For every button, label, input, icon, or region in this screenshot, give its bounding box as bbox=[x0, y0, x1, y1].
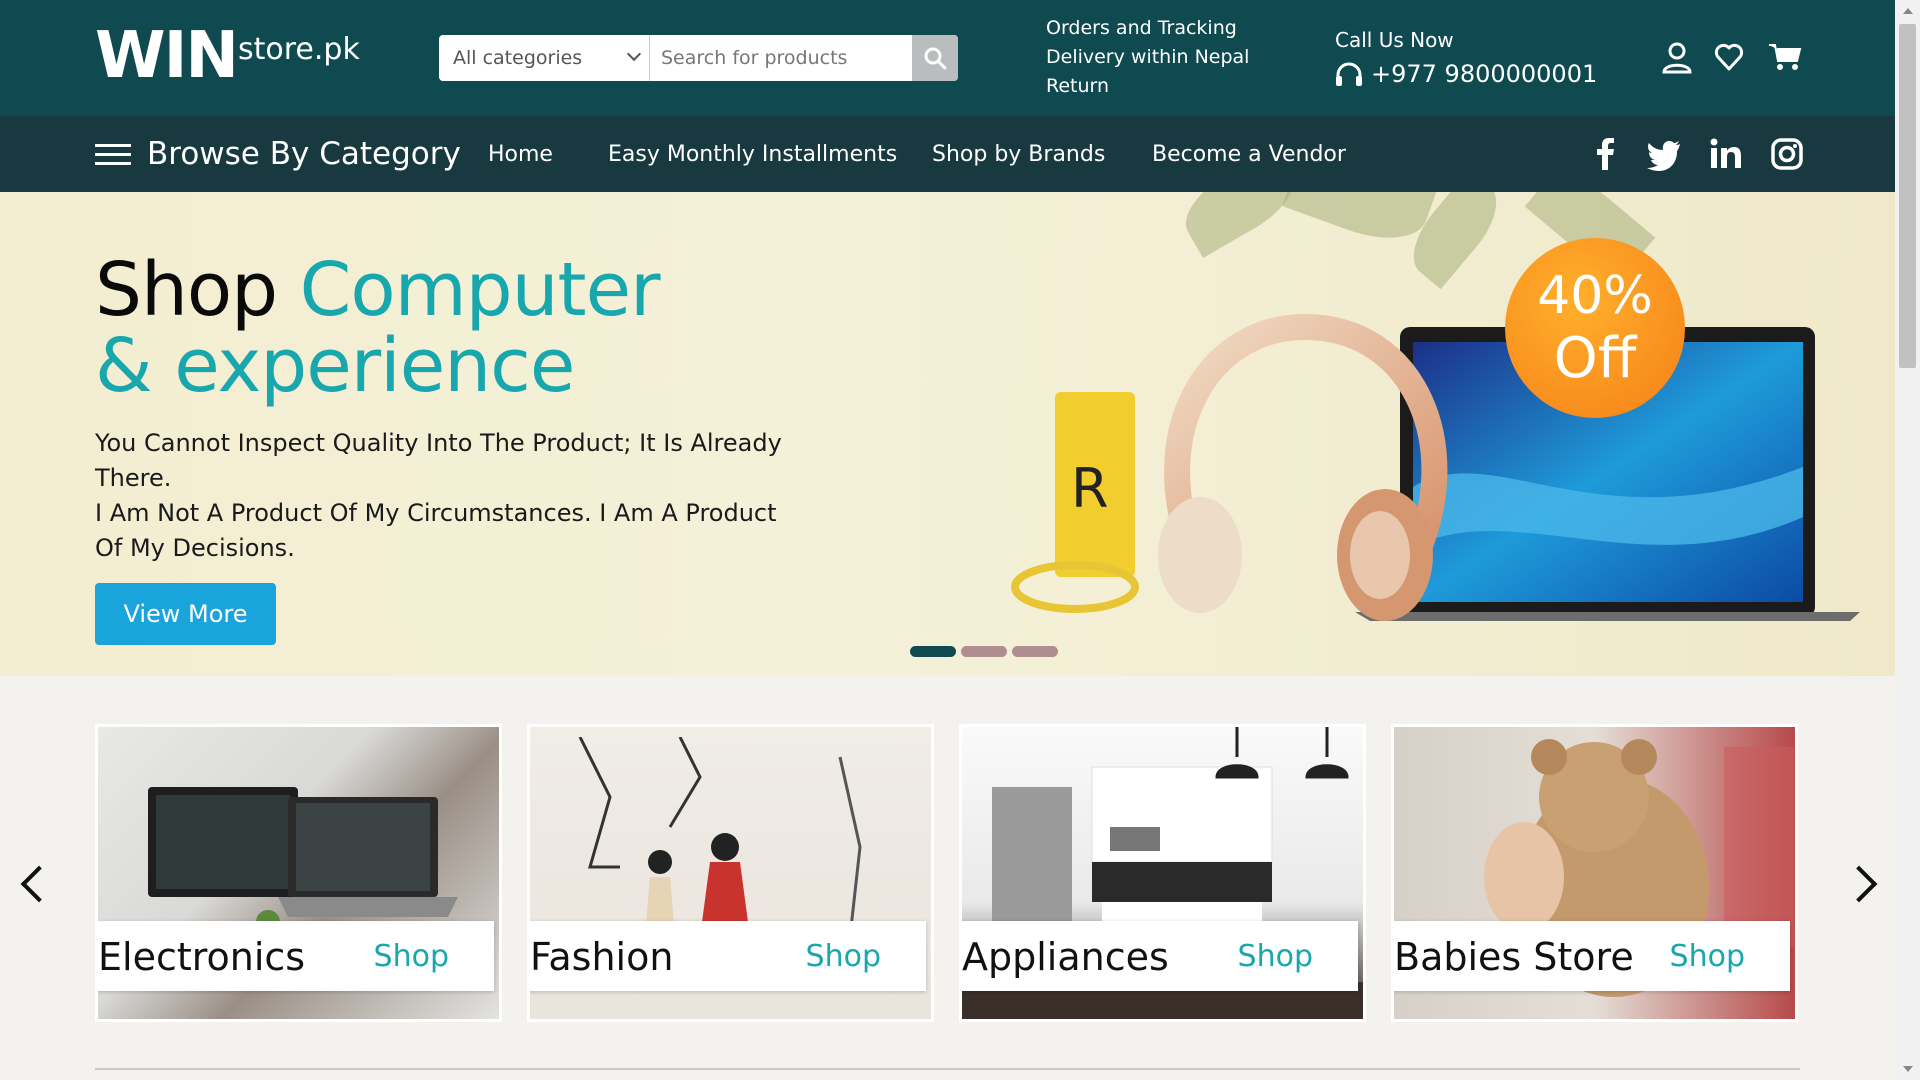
logo-mark: WIN bbox=[95, 19, 239, 93]
carousel-next-icon[interactable] bbox=[1840, 865, 1878, 903]
hero-banner: Shop Computer & experience You Cannot In… bbox=[0, 192, 1895, 676]
hero-title-dark: Shop bbox=[95, 247, 278, 333]
electronics-image bbox=[148, 787, 458, 934]
twitter-icon[interactable] bbox=[1646, 136, 1682, 172]
hero-title-teal-1: Computer bbox=[299, 247, 661, 333]
search-bar: All categories bbox=[439, 35, 958, 81]
hero-text-line-2: I Am Not A Product Of My Circumstances. … bbox=[95, 499, 777, 562]
category-card-babies-store[interactable]: Babies Store Shop bbox=[1391, 724, 1798, 1022]
slider-dots bbox=[910, 642, 1063, 661]
scrollbar-thumb[interactable] bbox=[1899, 24, 1916, 368]
hero-text-line-1: You Cannot Inspect Quality Into The Prod… bbox=[95, 429, 782, 492]
search-input[interactable] bbox=[651, 35, 909, 81]
phone-number[interactable]: +977 9800000001 bbox=[1335, 60, 1597, 88]
logo-text: store.pk bbox=[238, 32, 360, 67]
hero-product-image: R bbox=[1011, 313, 1860, 621]
hero-text: You Cannot Inspect Quality Into The Prod… bbox=[95, 426, 795, 566]
category-name: Electronics bbox=[98, 935, 306, 979]
category-card-electronics[interactable]: Electronics Shop bbox=[95, 724, 502, 1022]
carousel-prev-icon[interactable] bbox=[20, 865, 58, 903]
scroll-down-icon[interactable] bbox=[1903, 1066, 1913, 1072]
category-name: Fashion bbox=[530, 935, 674, 979]
slider-dot-1[interactable] bbox=[910, 646, 956, 657]
browse-by-category[interactable]: Browse By Category bbox=[147, 136, 461, 172]
category-label: Fashion Shop bbox=[530, 921, 926, 991]
box-letter: R bbox=[1071, 457, 1109, 520]
category-name: Babies Store bbox=[1394, 935, 1634, 979]
hero-title: Shop Computer & experience bbox=[95, 252, 661, 404]
category-label: Babies Store Shop bbox=[1394, 921, 1790, 991]
view-more-button[interactable]: View More bbox=[95, 583, 276, 645]
scroll-up-icon[interactable] bbox=[1903, 8, 1913, 14]
call-label: Call Us Now bbox=[1335, 28, 1454, 52]
phone-number-text: +977 9800000001 bbox=[1371, 60, 1598, 88]
category-select-value: All categories bbox=[453, 47, 583, 69]
linkedin-icon[interactable] bbox=[1708, 136, 1744, 172]
heart-icon[interactable] bbox=[1714, 42, 1744, 72]
facebook-icon[interactable] bbox=[1588, 136, 1624, 172]
discount-badge-line-2: Off bbox=[1553, 326, 1637, 391]
search-button[interactable] bbox=[912, 35, 958, 81]
category-label: Electronics Shop bbox=[98, 921, 494, 991]
category-shop-link[interactable]: Shop bbox=[1238, 939, 1313, 974]
nav-shop-by-brands[interactable]: Shop by Brands bbox=[932, 142, 1105, 167]
category-label: Appliances Shop bbox=[962, 921, 1358, 991]
instagram-icon[interactable] bbox=[1769, 136, 1805, 172]
nav-become-a-vendor[interactable]: Become a Vendor bbox=[1152, 142, 1346, 167]
category-carousel: Electronics Shop Fashion Shop Appliances… bbox=[0, 676, 1895, 1080]
menu-icon[interactable] bbox=[95, 144, 131, 166]
category-shop-link[interactable]: Shop bbox=[1670, 939, 1745, 974]
main-nav: Browse By Category Home Easy Monthly Ins… bbox=[0, 116, 1895, 192]
site-logo[interactable]: WIN store.pk bbox=[95, 20, 365, 92]
delivery-link[interactable]: Delivery within Nepal bbox=[1046, 43, 1249, 72]
orders-tracking-link[interactable]: Orders and Tracking bbox=[1046, 14, 1249, 43]
category-card-appliances[interactable]: Appliances Shop bbox=[959, 724, 1366, 1022]
category-shop-link[interactable]: Shop bbox=[374, 939, 449, 974]
slider-dot-2[interactable] bbox=[961, 646, 1007, 657]
search-icon bbox=[924, 47, 947, 70]
info-links: Orders and Tracking Delivery within Nepa… bbox=[1046, 14, 1249, 101]
category-name: Appliances bbox=[962, 935, 1169, 979]
page-scrollbar[interactable] bbox=[1895, 0, 1920, 1080]
discount-badge: 40% Off bbox=[1505, 238, 1685, 418]
headset-icon bbox=[1336, 62, 1362, 86]
discount-badge-line-1: 40% bbox=[1537, 266, 1653, 326]
nav-easy-monthly-installments[interactable]: Easy Monthly Installments bbox=[608, 142, 897, 167]
user-icon[interactable] bbox=[1662, 42, 1692, 74]
nav-home[interactable]: Home bbox=[488, 142, 553, 167]
hero-title-teal-2: & experience bbox=[95, 323, 575, 409]
category-shop-link[interactable]: Shop bbox=[806, 939, 881, 974]
section-divider bbox=[95, 1068, 1800, 1070]
chevron-down-icon bbox=[626, 46, 642, 62]
slider-dot-3[interactable] bbox=[1012, 646, 1058, 657]
page: WIN store.pk All categories Orders and T… bbox=[0, 0, 1895, 1080]
category-select[interactable]: All categories bbox=[439, 35, 650, 81]
category-card-fashion[interactable]: Fashion Shop bbox=[527, 724, 934, 1022]
cart-icon[interactable] bbox=[1768, 42, 1802, 72]
return-link[interactable]: Return bbox=[1046, 72, 1249, 101]
top-header: WIN store.pk All categories Orders and T… bbox=[0, 0, 1895, 116]
